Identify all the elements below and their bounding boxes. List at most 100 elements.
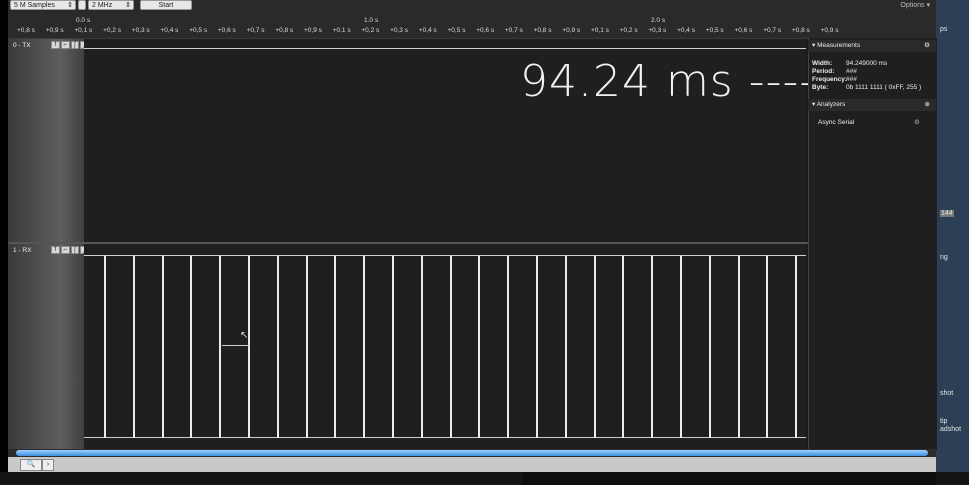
samples-select[interactable]: 5 M Samples ⇕ [10, 0, 76, 10]
rx-pulse [104, 256, 106, 438]
timeline-minor-label: +0,4 s [160, 27, 179, 34]
timeline-minor-label: +0,7 s [763, 27, 782, 34]
measurement-annotation: 94.24 ms ----> [520, 56, 855, 107]
rx-pulse [334, 256, 337, 438]
chevron-updown-icon: ⇕ [67, 2, 73, 9]
trigger-falling-button[interactable]: ʃ [70, 246, 80, 254]
gear-icon[interactable]: ⚙ [914, 118, 920, 126]
add-analyzer-icon[interactable]: ⊕ [925, 99, 930, 111]
measure-value: ### [846, 68, 857, 75]
timeline-minor-label: +0,7 s [504, 27, 523, 34]
timeline-minor-label: +0,5 s [705, 27, 724, 34]
timeline-minor-label: +0,5 s [189, 27, 208, 34]
timeline-ruler [8, 12, 936, 39]
timeline-minor-label: +0,6 s [217, 27, 236, 34]
timeline-minor-label: +0,1 s [332, 27, 351, 34]
timeline-minor-label: +0,4 s [418, 27, 437, 34]
timeline-minor-label: +0,8 s [533, 27, 552, 34]
rx-pulse [276, 256, 279, 438]
desktop-text: 144 [940, 210, 954, 217]
analyzers-header[interactable]: ▾ Analyzers ⊕ [808, 99, 936, 111]
width-measure-cursor [222, 345, 250, 346]
footer-bar: 🔍 › [8, 457, 936, 472]
timeline-minor-label: +0,9 s [562, 27, 581, 34]
timeline-major-label: 1.0 s [364, 17, 379, 24]
timeline-minor-label: +0,2 s [103, 27, 121, 34]
samples-select-label: 5 M Samples [14, 2, 55, 9]
chevron-updown-icon: ⇕ [125, 2, 131, 9]
rx-pulse [622, 256, 625, 438]
timeline-minor-label: +0,6 s [476, 27, 495, 34]
rx-pulse [420, 256, 423, 438]
timeline-minor-label: +0,5 s [447, 27, 466, 34]
rx-pulse [737, 256, 740, 438]
measurements-header[interactable]: ▾ Measurements ⚙ [808, 40, 936, 52]
trigger-rising-button[interactable]: f [51, 41, 60, 49]
rx-pulse [392, 256, 394, 438]
timeline-minor-label: +0,9 s [820, 27, 839, 34]
timeline-minor-label: +0,1 s [591, 27, 609, 34]
top-toolbar: 5 M Samples ⇕ 2 MHz ⇕ Start Options ▾ [8, 0, 936, 12]
rx-pulse [593, 256, 596, 438]
channel-label-tx: 0 - TX f ⌐ ʃ _ [8, 39, 89, 242]
rx-pulse [478, 256, 481, 438]
desktop-text: tip [940, 418, 948, 425]
timeline-minor-label: +0,2 s [361, 27, 380, 34]
gear-icon[interactable] [78, 0, 86, 10]
timeline-minor-label: +0,3 s [390, 27, 408, 34]
measure-label: Period: [812, 68, 835, 75]
timeline-minor-label: +0,7 s [246, 27, 265, 34]
rx-pulse [190, 256, 193, 438]
rx-pulse [248, 256, 250, 438]
analyzer-item[interactable]: Async Serial [818, 119, 854, 126]
trigger-high-button[interactable]: ⌐ [60, 246, 70, 254]
timeline-minor-label: +0,8 s [791, 27, 810, 34]
options-button[interactable]: Options ▾ [900, 1, 930, 9]
timeline-minor-label: +0,9 s [45, 27, 64, 34]
desktop-bottom-window [522, 472, 936, 485]
desktop-text: ng [940, 254, 948, 261]
timeline-minor-label: +0,6 s [734, 27, 753, 34]
tx-signal-line [84, 48, 806, 49]
timeline-minor-label: +0,9 s [304, 27, 322, 34]
rx-pulse [363, 256, 366, 438]
rx-pulse [507, 256, 510, 438]
gear-icon[interactable]: ⚙ [924, 40, 930, 52]
measure-label: Frequency: [812, 76, 848, 83]
channel-name: 1 - RX [13, 247, 32, 254]
desktop-text: adshot [940, 426, 962, 433]
timeline-minor-label: +0,1 s [74, 27, 93, 34]
timeline-minor-label: +0,3 s [131, 27, 150, 34]
channel-label-rx: 1 - RX f ⌐ ʃ _ [8, 244, 89, 450]
chevron-down-icon: ▾ [812, 101, 816, 108]
rx-pulse [305, 256, 308, 438]
measure-value: 94.249000 ms [846, 60, 888, 67]
timeline-major-label: 2.0 s [651, 17, 666, 24]
timeline-minor-label: +0,4 s [677, 27, 695, 34]
timeline-minor-label: +0,2 s [619, 27, 638, 34]
start-button[interactable]: Start [140, 0, 192, 10]
analyzers-title: Analyzers [816, 101, 846, 108]
trigger-high-button[interactable]: ⌐ [60, 41, 70, 49]
zoom-search-icon[interactable]: 🔍 [20, 459, 42, 471]
rx-pulse [680, 256, 682, 438]
rx-pulse [161, 256, 164, 438]
trigger-rising-button[interactable]: f [51, 246, 60, 254]
desktop-text: shot [940, 390, 954, 397]
rx-pulse [132, 256, 135, 438]
timeline-major-label: 0.0 s [76, 17, 91, 24]
rx-pulse [708, 256, 711, 438]
rx-pulse [766, 256, 769, 438]
timeline-minor-label: +0,8 s [17, 27, 35, 34]
rate-select[interactable]: 2 MHz ⇕ [88, 0, 134, 10]
chevron-right-icon[interactable]: › [42, 459, 54, 471]
desktop-left-edge [0, 0, 8, 485]
scrollbar-thumb[interactable] [16, 450, 928, 456]
measure-value: ### [846, 76, 857, 83]
rx-pulse [219, 256, 222, 438]
rx-pulse [651, 256, 654, 438]
rx-pulse [536, 256, 538, 438]
timeline-minor-label: +0,3 s [648, 27, 667, 34]
chevron-down-icon: ▾ [812, 42, 816, 49]
trigger-falling-button[interactable]: ʃ [70, 41, 80, 49]
